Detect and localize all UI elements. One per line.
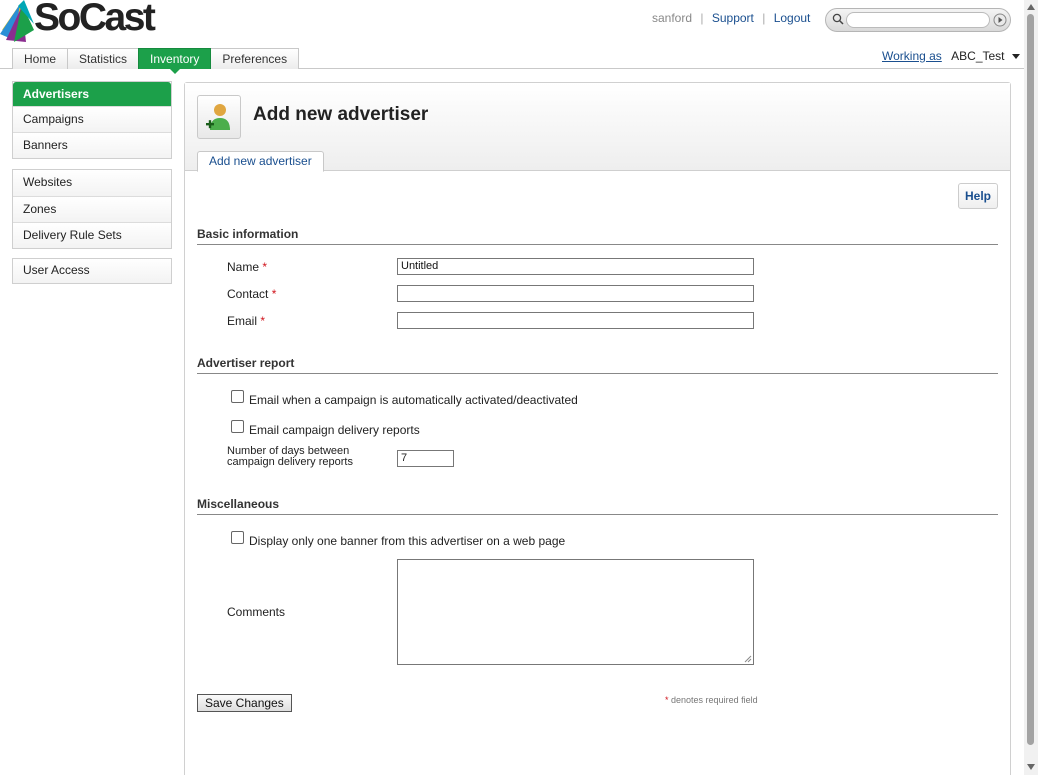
report-days-label: Number of days between campaign delivery… (227, 445, 353, 468)
sidebar-group-sites: Websites Zones Delivery Rule Sets (12, 169, 172, 249)
page-title: Add new advertiser (253, 104, 429, 125)
account-name: ABC_Test (951, 49, 1005, 63)
sidebar-item-advertisers[interactable]: Advertisers (13, 82, 171, 106)
logout-link[interactable]: Logout (774, 11, 811, 25)
page-scrollbar[interactable] (1024, 0, 1038, 775)
email-label: Email * (227, 314, 266, 328)
save-changes-button[interactable]: Save Changes (197, 694, 292, 712)
resize-grip-icon[interactable] (744, 655, 752, 663)
logo-wordmark: SoCast (34, 0, 156, 39)
comments-label: Comments (227, 605, 286, 619)
help-button[interactable]: Help (958, 183, 998, 209)
contact-label: Contact * (227, 287, 277, 301)
sidebar-item-websites[interactable]: Websites (13, 170, 171, 196)
section-basic-information: Basic information (197, 227, 998, 245)
scroll-thumb[interactable] (1027, 14, 1034, 745)
scroll-up-icon[interactable] (1027, 4, 1035, 10)
add-advertiser-icon (197, 95, 241, 139)
working-as-label: Working as (882, 49, 942, 63)
tab-statistics[interactable]: Statistics (67, 48, 140, 69)
sidebar-group-access: User Access (12, 258, 172, 284)
tab-add-new-advertiser[interactable]: Add new advertiser (197, 151, 324, 172)
name-label: Name * (227, 260, 268, 274)
main-tabs: Home Statistics Inventory Preferences (12, 48, 300, 74)
main-panel: Add new advertiser Add new advertiser He… (184, 82, 1011, 775)
contact-input[interactable] (397, 285, 754, 302)
name-input[interactable]: Untitled (397, 258, 754, 275)
section-miscellaneous: Miscellaneous (197, 497, 998, 515)
activation-email-label: Email when a campaign is automatically a… (249, 393, 578, 407)
search-icon (832, 13, 844, 25)
scroll-down-icon[interactable] (1027, 764, 1035, 770)
search-box (825, 8, 1011, 32)
activation-email-checkbox[interactable] (231, 390, 244, 403)
search-input[interactable] (846, 12, 990, 28)
sidebar-item-delivery-rule-sets[interactable]: Delivery Rule Sets (13, 222, 171, 248)
sidebar-item-banners[interactable]: Banners (13, 132, 171, 158)
current-user: sanford (652, 11, 693, 25)
sidebar-group-ads: Advertisers Campaigns Banners (12, 81, 172, 159)
one-banner-label: Display only one banner from this advert… (249, 534, 566, 548)
delivery-reports-label: Email campaign delivery reports (249, 423, 420, 437)
one-banner-checkbox[interactable] (231, 531, 244, 544)
socast-logo[interactable]: SoCast (0, 0, 170, 44)
delivery-reports-checkbox[interactable] (231, 420, 244, 433)
comments-textarea[interactable] (397, 559, 754, 665)
chevron-down-icon (1011, 54, 1020, 60)
working-as[interactable]: Working as ABC_Test (882, 49, 1020, 63)
required-field-note: * denotes required field (665, 695, 758, 705)
sidebar-item-campaigns[interactable]: Campaigns (13, 106, 171, 132)
email-input[interactable] (397, 312, 754, 329)
sidebar-item-zones[interactable]: Zones (13, 196, 171, 222)
top-links: sanford | Support | Logout (652, 11, 811, 25)
section-advertiser-report: Advertiser report (197, 356, 998, 374)
tab-preferences[interactable]: Preferences (210, 48, 300, 69)
app-header: SoCast sanford | Support | Logout Home S… (0, 0, 1024, 74)
report-days-input[interactable]: 7 (397, 450, 454, 467)
support-link[interactable]: Support (712, 11, 754, 25)
tab-home[interactable]: Home (12, 48, 69, 69)
user-add-icon (206, 104, 230, 130)
logo-mark-icon (0, 0, 34, 42)
search-go-icon[interactable] (993, 13, 1007, 27)
tab-inventory[interactable]: Inventory (138, 48, 212, 74)
sidebar-item-user-access[interactable]: User Access (13, 259, 171, 283)
